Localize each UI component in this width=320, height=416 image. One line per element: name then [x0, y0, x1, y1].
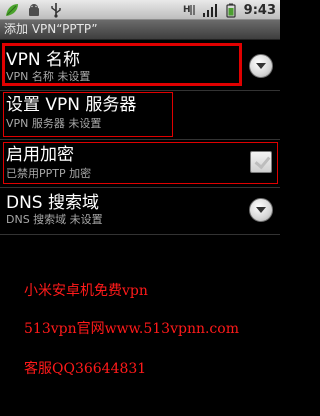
promo-line-3: 客服QQ36644831	[24, 361, 147, 377]
promo-line-2: 513vpn官网www.513vpnn.com	[24, 321, 239, 337]
leaf-icon	[4, 2, 20, 18]
usb-icon	[48, 2, 64, 18]
chevron-down-icon	[256, 207, 266, 213]
title-bar: 添加 VPN“PPTP”	[0, 20, 280, 40]
network-h-icon: H	[181, 2, 197, 18]
highlight-box-vpn-server	[3, 92, 173, 137]
dns-dropdown-button[interactable]	[249, 198, 273, 222]
pref-dns-summary: DNS 搜索域 未设置	[6, 213, 103, 226]
status-bar: H 9:43	[0, 0, 280, 20]
promo-line-1: 小米安卓机免费vpn	[24, 283, 148, 299]
chevron-down-icon	[256, 63, 266, 69]
highlight-box-encryption	[3, 142, 278, 184]
battery-icon	[223, 2, 239, 18]
pref-dns-search-domain[interactable]: DNS 搜索域 DNS 搜索域 未设置	[0, 188, 280, 235]
signal-icon	[202, 2, 218, 18]
svg-text:H: H	[183, 5, 191, 15]
android-icon	[26, 2, 42, 18]
screen-title: 添加 VPN“PPTP”	[4, 22, 98, 36]
vpn-name-dropdown-button[interactable]	[249, 54, 273, 78]
status-time: 9:43	[243, 2, 276, 18]
highlight-box-vpn-name	[2, 43, 242, 86]
pref-dns-title: DNS 搜索域	[6, 193, 100, 213]
